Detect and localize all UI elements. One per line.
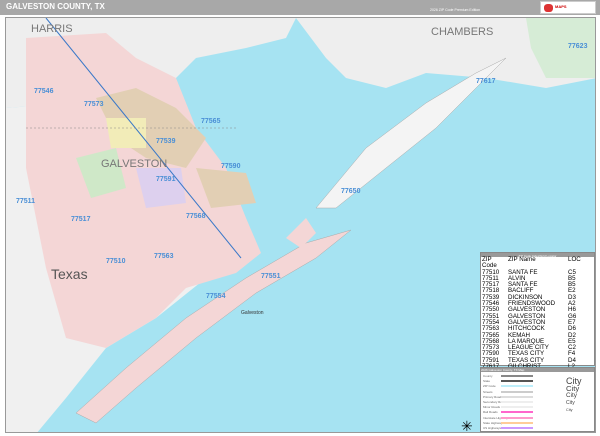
legend-swatch bbox=[501, 411, 533, 414]
zip-label: 77511 bbox=[16, 198, 36, 205]
zip-label: 77573 bbox=[84, 101, 104, 108]
header-bar: GALVESTON COUNTY, TX 2026 ZIP Code Premi… bbox=[0, 0, 600, 15]
legend-swatch bbox=[501, 427, 533, 429]
zip-label: 77591 bbox=[156, 176, 176, 183]
zip-code-index: ZIP Code Index/Grid Locator ZIP Code ZIP … bbox=[480, 252, 595, 382]
county-label-chambers: CHAMBERS bbox=[431, 26, 494, 38]
zip-label: 77554 bbox=[206, 293, 226, 300]
legend-swatch bbox=[501, 401, 533, 403]
legend-swatch bbox=[501, 385, 533, 388]
map-title: GALVESTON COUNTY, TX bbox=[6, 2, 105, 11]
legend-item: Rail Roads bbox=[483, 410, 498, 415]
logo-icon bbox=[544, 4, 553, 12]
zip-label: 77650 bbox=[341, 188, 361, 195]
zip-label: 77590 bbox=[221, 163, 241, 170]
legend-swatch bbox=[501, 390, 533, 393]
legend-swatch bbox=[501, 380, 533, 383]
zip-label: 77551 bbox=[261, 273, 281, 280]
legend-item: Streets bbox=[483, 389, 493, 394]
header-cell: ZIP Name bbox=[508, 256, 536, 263]
zip-label: 77623 bbox=[568, 43, 588, 50]
legend-item: Minor Roads bbox=[483, 405, 501, 410]
state-label: Texas bbox=[51, 266, 88, 282]
zip-label: 77539 bbox=[156, 138, 176, 145]
header-cell: LOC bbox=[568, 256, 581, 263]
legend-item: State bbox=[483, 379, 491, 384]
legend-item: ZIP Code bbox=[483, 384, 496, 389]
legend-item: US Highways bbox=[483, 426, 502, 430]
legend-city-size: City bbox=[566, 408, 573, 412]
publisher-logo: MAPS bbox=[540, 1, 596, 14]
zip-table-header: ZIP Code ZIP Name LOC bbox=[481, 256, 594, 270]
city-label-galveston: Galveston bbox=[241, 310, 264, 316]
legend-item: County bbox=[483, 374, 493, 378]
zip-label: 77517 bbox=[71, 216, 91, 223]
legend-swatch bbox=[501, 395, 533, 398]
zip-label: 77568 bbox=[186, 213, 206, 220]
legend-swatch bbox=[501, 406, 533, 409]
legend-city-size: City bbox=[566, 392, 578, 399]
edition-label: 2026 ZIP Code Premium Edition bbox=[430, 8, 481, 12]
zip-label: 77510 bbox=[106, 258, 126, 265]
legend-item: Primary Roads bbox=[483, 394, 503, 399]
logo-text: MAPS bbox=[555, 4, 567, 9]
zip-label: 77546 bbox=[34, 88, 54, 95]
map-legend: 2026 Galveston County, TX Map County Stat… bbox=[480, 367, 595, 432]
zip-label: 77565 bbox=[201, 118, 221, 125]
legend-swatch bbox=[501, 421, 533, 424]
header-cell: ZIP Code bbox=[482, 256, 497, 270]
legend-city-size: City bbox=[566, 400, 575, 406]
compass-rose-icon: ✳ bbox=[461, 418, 473, 433]
county-label-harris: HARRIS bbox=[31, 23, 73, 35]
county-label-galveston: GALVESTON bbox=[101, 158, 168, 170]
legend-swatch bbox=[501, 375, 533, 377]
legend-title: 2026 Galveston County, TX Map bbox=[481, 368, 594, 372]
zip-label: 77617 bbox=[476, 78, 496, 85]
legend-swatch bbox=[501, 416, 533, 419]
zip-label: 77563 bbox=[154, 253, 174, 260]
